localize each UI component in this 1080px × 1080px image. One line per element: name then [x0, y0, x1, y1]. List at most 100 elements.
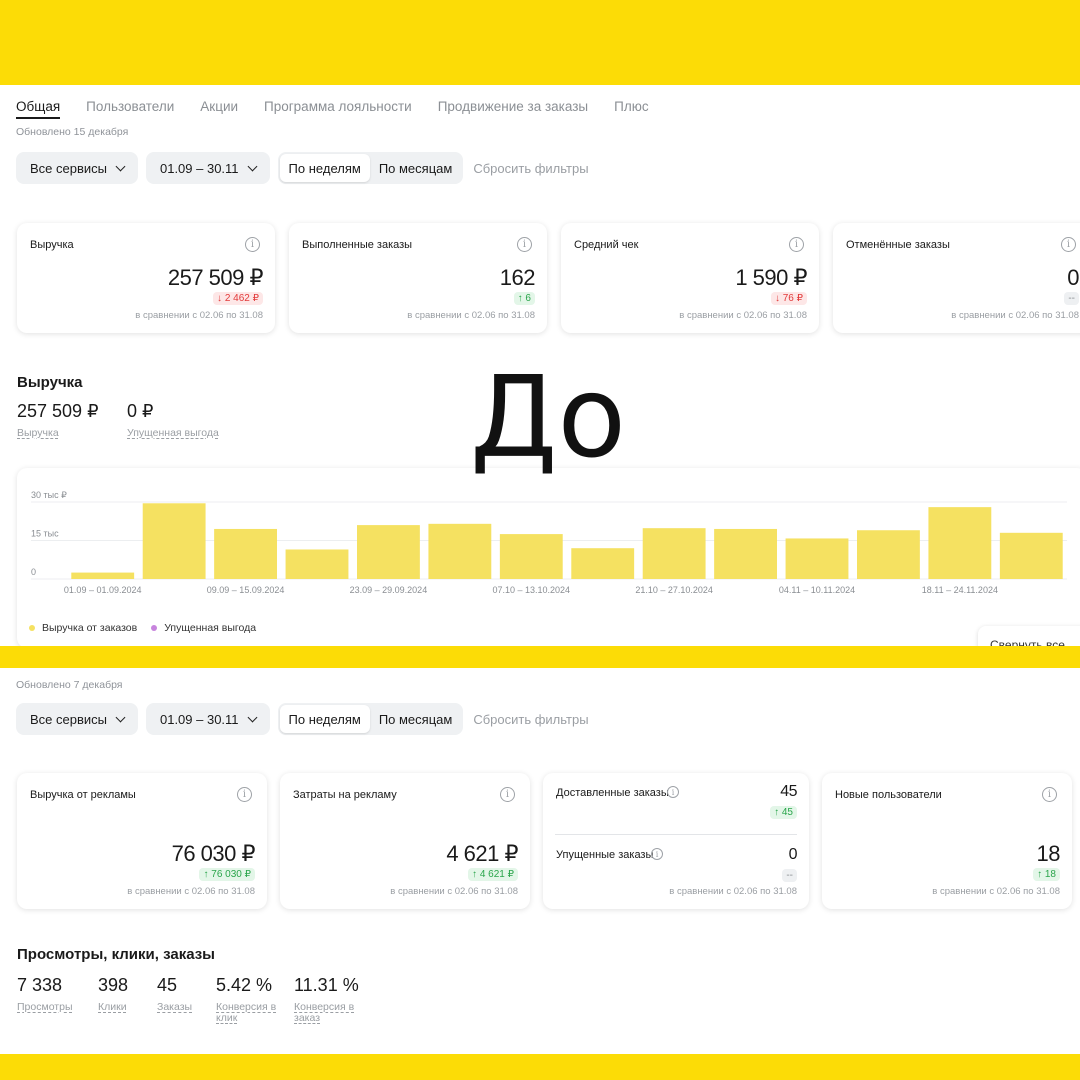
legend-dot-icon [29, 625, 35, 631]
by-week-option[interactable]: По неделям [279, 705, 370, 733]
legend-label: Упущенная выгода [164, 622, 257, 634]
revenue-bar[interactable] [928, 507, 992, 579]
metric-label[interactable]: Заказы [157, 1001, 192, 1013]
info-icon[interactable]: i [237, 787, 252, 802]
info-icon[interactable]: i [651, 848, 663, 860]
services-dropdown[interactable]: Все сервисы [16, 152, 138, 184]
info-icon[interactable]: i [667, 786, 679, 798]
revenue-bar[interactable] [571, 548, 635, 579]
kpi-delta-badge: -- [1064, 292, 1079, 305]
kpi-delta-badge: ↑ 4 621 ₽ [468, 868, 518, 881]
legend-item-lost[interactable]: Упущенная выгода [151, 622, 256, 634]
x-tick-label: 01.09 – 01.09.2024 [64, 585, 142, 595]
kpi-compare-text: в сравнении с 02.06 по 31.08 [932, 886, 1060, 897]
metric-label[interactable]: Просмотры [17, 1001, 73, 1013]
revenue-bar[interactable] [428, 523, 492, 579]
info-icon[interactable]: i [245, 237, 260, 252]
chevron-down-icon [247, 161, 257, 171]
tab-plus[interactable]: Плюс [614, 99, 648, 119]
tab-users[interactable]: Пользователи [86, 99, 174, 119]
kpi-title: Отменённые заказы [846, 239, 950, 251]
revenue-bar[interactable] [142, 503, 206, 579]
info-icon[interactable]: i [789, 237, 804, 252]
kpi-delta-badge: ↑ 18 [1033, 868, 1060, 881]
metric-label[interactable]: Выручка [17, 427, 99, 439]
revenue-bar[interactable] [999, 532, 1063, 579]
chevron-down-icon [115, 161, 126, 171]
kpi-title: Средний чек [574, 239, 639, 251]
revenue-bar[interactable] [642, 528, 706, 579]
kpi-card-new-users: Новые пользователи i 18 ↑ 18 в сравнении… [822, 773, 1072, 909]
revenue-bar-chart: 0 15 тыс 30 тыс ₽ 01.09 – 01.09.2024 09.09 –… [31, 490, 1067, 595]
kpi-delta-badge: ↑ 45 [770, 806, 797, 819]
reset-filters-link[interactable]: Сбросить фильтры [473, 161, 588, 176]
kpi-compare-text: в сравнении с 02.06 по 31.08 [127, 886, 255, 897]
before-label: До [470, 353, 627, 483]
kpi-title: Выполненные заказы [302, 239, 413, 251]
metric-label[interactable]: Конверсия в заказ [294, 1001, 356, 1024]
metric-label[interactable]: Конверсия в клик [216, 1001, 278, 1024]
kpi-delta-badge: -- [782, 869, 797, 882]
legend-item-orders[interactable]: Выручка от заказов [29, 622, 137, 634]
filter-bar: Все сервисы 01.09 – 30.11 По неделям По … [16, 703, 589, 735]
x-tick-label: 21.10 – 27.10.2024 [635, 585, 713, 595]
reset-filters-link[interactable]: Сбросить фильтры [473, 712, 588, 727]
info-icon[interactable]: i [1061, 237, 1076, 252]
services-dropdown[interactable]: Все сервисы [16, 703, 138, 735]
kpi-delta-badge: ↓ 76 ₽ [770, 292, 807, 305]
info-icon[interactable]: i [500, 787, 515, 802]
legend-label: Выручка от заказов [42, 622, 138, 634]
revenue-bar[interactable] [357, 525, 420, 579]
kpi-compare-text: в сравнении с 02.06 по 31.08 [135, 310, 263, 321]
metric-label[interactable]: Клики [98, 1001, 128, 1013]
info-icon[interactable]: i [517, 237, 532, 252]
kpi-title: Новые пользователи [835, 789, 942, 801]
kpi-compare-text: в сравнении с 02.06 по 31.08 [679, 310, 807, 321]
kpi-value: 4 621 ₽ [446, 841, 518, 866]
revenue-bar[interactable] [785, 538, 849, 579]
tab-bar: Общая Пользователи Акции Программа лояль… [16, 99, 649, 119]
kpi-value-delivered: 45 [780, 783, 797, 800]
period-dropdown[interactable]: 01.09 – 30.11 [145, 703, 270, 735]
metric-value: 398 [98, 975, 129, 995]
views-metric: 7 338 Просмотры [17, 975, 73, 1013]
revenue-chart-card: 0 15 тыс 30 тыс ₽ 01.09 – 01.09.2024 09.09 –… [17, 468, 1080, 648]
revenue-bar[interactable] [214, 528, 277, 579]
services-dropdown-label: Все сервисы [30, 711, 107, 727]
orders-metric: 45 Заказы [157, 975, 192, 1013]
kpi-title: Выручка [30, 239, 74, 251]
kpi-title-delivered: Доставленные заказы [556, 787, 669, 799]
kpi-compare-text: в сравнении с 02.06 по 31.08 [669, 886, 797, 897]
kpi-title-missed: Упущенные заказы [556, 849, 654, 861]
filter-bar: Все сервисы 01.09 – 30.11 По неделям По … [16, 152, 589, 184]
kpi-value: 257 509 ₽ [167, 265, 264, 290]
revenue-bar[interactable] [499, 534, 563, 579]
tab-order-promotion[interactable]: Продвижение за заказы [438, 99, 588, 119]
kpi-value: 76 030 ₽ [171, 841, 256, 866]
services-dropdown-label: Все сервисы [30, 160, 107, 176]
click-conversion-metric: 5.42 % Конверсия в клик [216, 975, 278, 1024]
kpi-card-completed-orders: Выполненные заказы i 162 ↑ 6 в сравнении… [289, 223, 547, 333]
period-dropdown[interactable]: 01.09 – 30.11 [145, 152, 270, 184]
kpi-delta-badge: ↑ 6 [513, 292, 535, 305]
revenue-bar[interactable] [857, 530, 920, 579]
tab-promotions[interactable]: Акции [200, 99, 238, 119]
chevron-down-icon [247, 712, 257, 722]
by-month-option[interactable]: По месяцам [370, 154, 462, 182]
metric-value: 257 509 ₽ [17, 401, 99, 421]
tab-loyalty-program[interactable]: Программа лояльности [264, 99, 412, 119]
kpi-value: 18 [1036, 841, 1061, 866]
tab-general[interactable]: Общая [16, 99, 61, 119]
funnel-heading: Просмотры, клики, заказы [17, 946, 215, 963]
kpi-value: 0 [1067, 265, 1079, 290]
kpi-compare-text: в сравнении с 02.06 по 31.08 [407, 310, 535, 321]
revenue-bar[interactable] [714, 528, 777, 579]
period-dropdown-label: 01.09 – 30.11 [159, 160, 239, 176]
metric-label[interactable]: Упущенная выгода [127, 427, 219, 439]
updated-date: Обновлено 7 декабря [16, 679, 123, 691]
by-month-option[interactable]: По месяцам [370, 705, 462, 733]
revenue-bar[interactable] [71, 572, 135, 579]
info-icon[interactable]: i [1042, 787, 1057, 802]
by-week-option[interactable]: По неделям [279, 154, 370, 182]
revenue-bar[interactable] [285, 549, 349, 579]
